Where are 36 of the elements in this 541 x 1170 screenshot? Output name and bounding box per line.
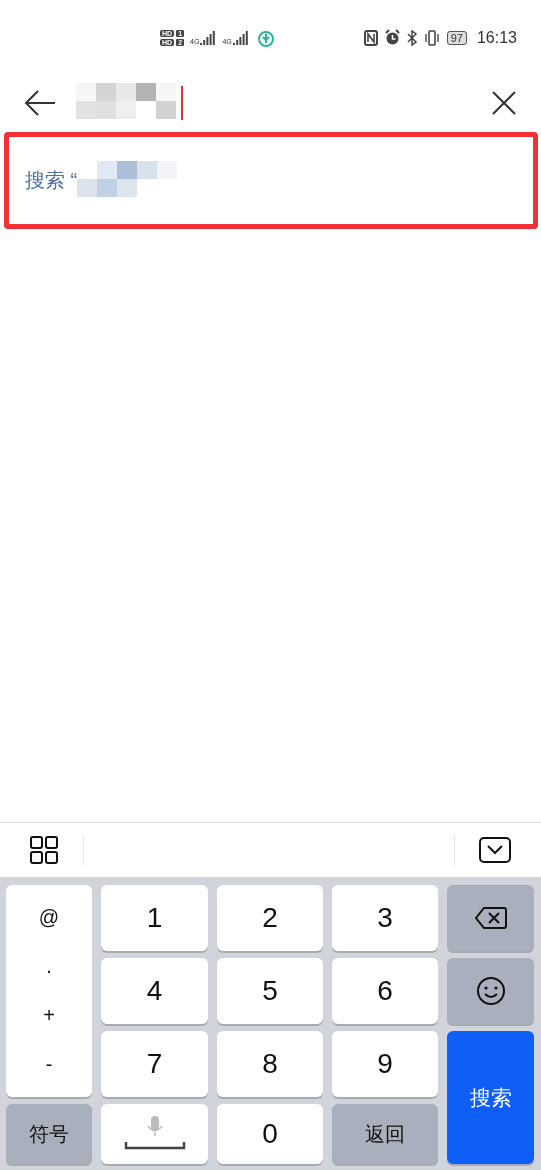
digit-key[interactable]: 3 (332, 885, 438, 951)
digit-key[interactable]: 2 (217, 885, 323, 951)
digit-key[interactable]: 0 (217, 1104, 323, 1164)
delete-key[interactable] (447, 885, 534, 951)
backspace-icon (473, 906, 508, 930)
digit-key[interactable]: 1 (101, 885, 208, 951)
back-arrow-icon[interactable] (24, 88, 56, 117)
vibrate-icon (422, 29, 441, 46)
signal-icon (200, 30, 217, 45)
signal-icon (232, 30, 249, 45)
space-key[interactable] (101, 1104, 208, 1164)
bluetooth-icon (406, 29, 417, 46)
hide-keyboard-icon[interactable] (479, 837, 511, 863)
digit-key[interactable]: 4 (101, 958, 208, 1024)
search-key[interactable]: 搜索 (447, 1031, 534, 1164)
grid-icon[interactable] (30, 836, 58, 864)
alarm-icon (383, 29, 401, 46)
battery-level: 97 (446, 30, 467, 45)
clock-time: 16:13 (476, 28, 517, 47)
digit-key[interactable]: 7 (101, 1031, 208, 1097)
emoji-key[interactable] (447, 958, 534, 1024)
digit-key[interactable]: 8 (217, 1031, 323, 1097)
search-suggestion[interactable]: 搜索 “ (4, 132, 538, 229)
back-key[interactable]: 返回 (332, 1104, 438, 1164)
digit-key[interactable]: 6 (332, 958, 438, 1024)
symbol-key[interactable]: @ (28, 906, 70, 929)
digit-key[interactable]: 9 (332, 1031, 438, 1097)
symbol-key[interactable]: . (36, 955, 62, 978)
suggestion-label: 搜索 “ (25, 168, 78, 193)
symbol-key[interactable]: + (33, 1004, 65, 1027)
nfc-icon (363, 29, 378, 46)
smiley-icon (475, 976, 506, 1006)
symbols-key[interactable]: 符号 (6, 1104, 92, 1164)
digit-key[interactable]: 5 (217, 958, 323, 1024)
close-icon[interactable] (491, 89, 517, 116)
symbol-key[interactable]: - (35, 1053, 63, 1076)
